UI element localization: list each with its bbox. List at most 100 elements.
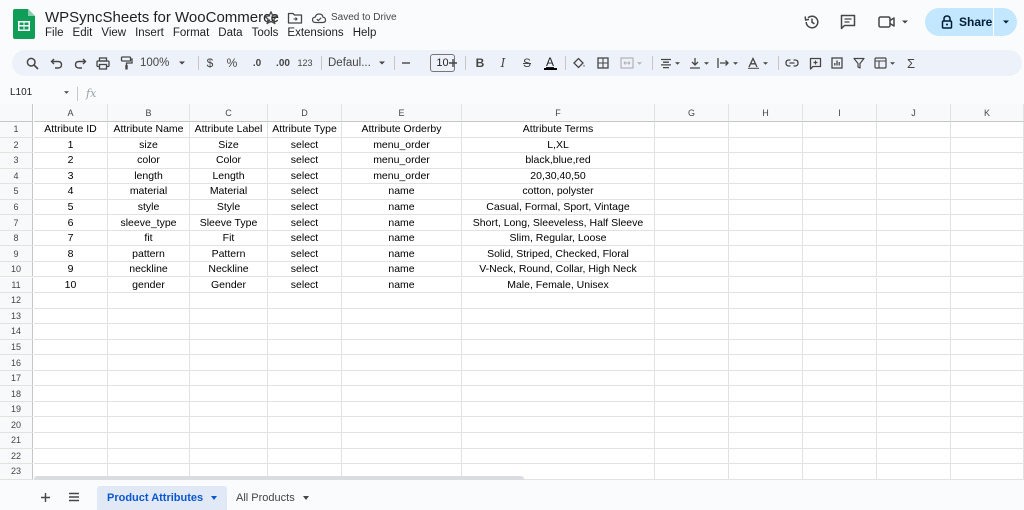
menu-file[interactable]: File — [45, 27, 64, 41]
grid-cell[interactable]: color — [108, 153, 190, 169]
grid-cell[interactable] — [803, 261, 877, 278]
font-family-select[interactable]: Defaul... — [328, 54, 388, 72]
grid-cell[interactable] — [342, 339, 462, 356]
grid-cell[interactable] — [108, 370, 190, 387]
row-header[interactable]: 8 — [0, 230, 33, 247]
row-header[interactable]: 12 — [0, 293, 33, 309]
grid-cell[interactable]: Size — [190, 137, 268, 154]
undo-button[interactable] — [48, 54, 64, 72]
grid-cell[interactable]: Short, Long, Sleeveless, Half Sleeve — [462, 215, 655, 231]
menu-tools[interactable]: Tools — [252, 27, 279, 41]
grid-cell[interactable] — [729, 215, 803, 231]
grid-cell[interactable] — [951, 230, 1024, 247]
grid-cell[interactable]: neckline — [108, 261, 190, 278]
spreadsheet-grid[interactable]: A B C D E F G H I J K 1 Attribute ID Attribute Name At… — [0, 104, 1024, 480]
grid-cell[interactable]: cotton, polyster — [462, 184, 655, 200]
grid-cell[interactable]: name — [342, 184, 462, 200]
grid-cell[interactable]: material — [108, 184, 190, 200]
column-header[interactable]: H — [729, 104, 803, 122]
grid-cell[interactable] — [877, 448, 951, 465]
grid-cell[interactable] — [342, 417, 462, 433]
grid-cell[interactable] — [655, 370, 729, 387]
grid-cell[interactable]: Style — [190, 199, 268, 216]
grid-cell[interactable] — [877, 137, 951, 154]
grid-cell[interactable]: Attribute ID — [34, 122, 108, 138]
grid-cell[interactable] — [655, 277, 729, 294]
grid-cell[interactable] — [268, 324, 342, 340]
grid-cell[interactable]: menu_order — [342, 168, 462, 185]
grid-cell[interactable] — [34, 448, 108, 465]
grid-cell[interactable] — [268, 433, 342, 449]
row-header[interactable]: 9 — [0, 246, 33, 262]
zoom-select[interactable]: 100% — [140, 54, 190, 72]
grid-cell[interactable] — [951, 153, 1024, 169]
grid-cell[interactable] — [877, 230, 951, 247]
row-header[interactable]: 6 — [0, 199, 33, 216]
increase-font-size-button[interactable] — [447, 54, 459, 72]
decrease-font-size-button[interactable] — [400, 54, 412, 72]
row-header[interactable]: 20 — [0, 417, 33, 433]
text-color-button[interactable]: A — [542, 54, 558, 72]
grid-cell[interactable] — [462, 324, 655, 340]
move-folder-icon[interactable] — [287, 10, 303, 26]
row-header[interactable]: 10 — [0, 261, 33, 278]
grid-cell[interactable] — [268, 293, 342, 309]
grid-cell[interactable]: name — [342, 277, 462, 294]
column-header[interactable]: C — [190, 104, 268, 122]
grid-cell[interactable] — [190, 448, 268, 465]
grid-cell[interactable] — [951, 308, 1024, 325]
row-header[interactable]: 11 — [0, 277, 33, 294]
grid-cell[interactable]: size — [108, 137, 190, 154]
comments-button[interactable] — [837, 11, 859, 33]
grid-cell[interactable] — [34, 293, 108, 309]
grid-cell[interactable] — [34, 324, 108, 340]
row-header[interactable]: 21 — [0, 433, 33, 449]
grid-cell[interactable]: select — [268, 137, 342, 154]
grid-cell[interactable] — [877, 184, 951, 200]
menu-help[interactable]: Help — [353, 27, 377, 41]
grid-cell[interactable]: select — [268, 261, 342, 278]
grid-cell[interactable] — [803, 308, 877, 325]
grid-cell[interactable] — [462, 448, 655, 465]
grid-cell[interactable]: name — [342, 230, 462, 247]
grid-cell[interactable]: Pattern — [190, 246, 268, 262]
select-all-corner[interactable] — [0, 104, 33, 122]
grid-cell[interactable] — [268, 370, 342, 387]
grid-cell[interactable] — [462, 370, 655, 387]
grid-cell[interactable] — [803, 137, 877, 154]
grid-cell[interactable]: L,XL — [462, 137, 655, 154]
grid-cell[interactable] — [803, 417, 877, 433]
grid-cell[interactable]: Attribute Terms — [462, 122, 655, 138]
grid-cell[interactable] — [951, 339, 1024, 356]
grid-cell[interactable] — [462, 433, 655, 449]
grid-cell[interactable] — [34, 355, 108, 371]
grid-cell[interactable] — [803, 246, 877, 262]
horizontal-scrollbar[interactable] — [34, 476, 524, 480]
grid-cell[interactable] — [877, 355, 951, 371]
grid-cell[interactable]: select — [268, 168, 342, 185]
grid-cell[interactable] — [951, 246, 1024, 262]
grid-cell[interactable]: menu_order — [342, 153, 462, 169]
grid-cell[interactable] — [729, 324, 803, 340]
grid-cell[interactable] — [803, 184, 877, 200]
grid-cell[interactable] — [655, 464, 729, 480]
grid-cell[interactable] — [462, 386, 655, 402]
grid-cell[interactable]: Gender — [190, 277, 268, 294]
version-history-button[interactable] — [801, 11, 823, 33]
grid-cell[interactable]: 6 — [34, 215, 108, 231]
grid-cell[interactable] — [803, 464, 877, 480]
grid-cell[interactable]: 3 — [34, 168, 108, 185]
row-header[interactable]: 16 — [0, 355, 33, 371]
grid-cell[interactable]: Material — [190, 184, 268, 200]
grid-cell[interactable] — [803, 122, 877, 138]
grid-cell[interactable] — [729, 464, 803, 480]
grid-cell[interactable] — [342, 293, 462, 309]
grid-cell[interactable] — [729, 277, 803, 294]
grid-cell[interactable] — [34, 370, 108, 387]
grid-cell[interactable] — [729, 168, 803, 185]
grid-cell[interactable] — [729, 199, 803, 216]
star-icon[interactable] — [263, 10, 279, 26]
grid-cell[interactable] — [462, 355, 655, 371]
row-header[interactable]: 18 — [0, 386, 33, 402]
grid-cell[interactable]: Slim, Regular, Loose — [462, 230, 655, 247]
